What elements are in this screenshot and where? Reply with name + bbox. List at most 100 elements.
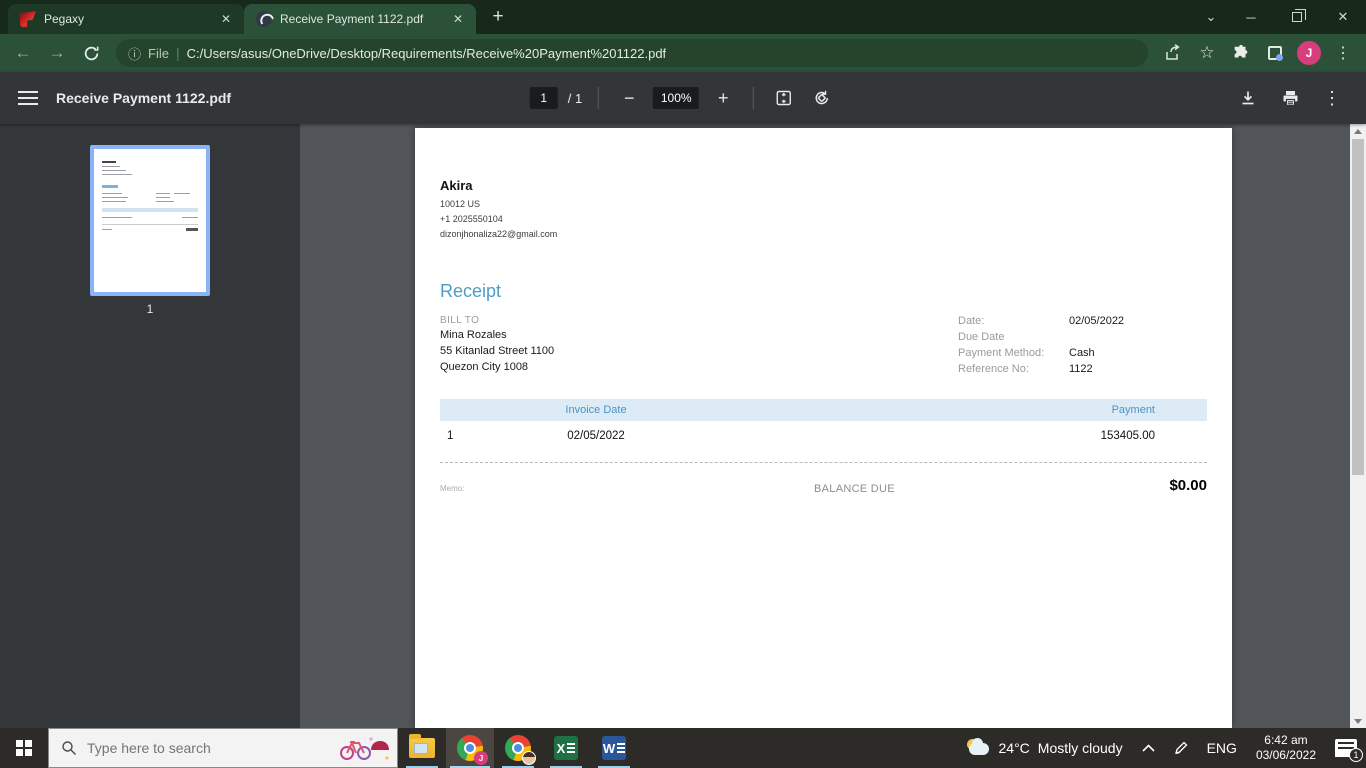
bicycle-helmet-doodle-icon bbox=[337, 734, 389, 762]
side-panel-icon[interactable] bbox=[1260, 38, 1290, 68]
chrome-icon: J bbox=[457, 735, 488, 765]
weather-widget[interactable]: 24°C Mostly cloudy bbox=[955, 738, 1133, 757]
taskbar-word[interactable]: W bbox=[590, 728, 638, 768]
bill-to-city: Quezon City 1008 bbox=[440, 361, 529, 373]
browser-toolbar: ← → ⓘ File | C:/Users/asus/OneDrive/Desk… bbox=[0, 34, 1366, 72]
meta-value-date: 02/05/2022 bbox=[1069, 315, 1125, 327]
zoom-in-icon[interactable]: + bbox=[709, 84, 737, 112]
tab-close-icon[interactable]: ✕ bbox=[218, 11, 234, 27]
close-button[interactable]: ✕ bbox=[1320, 0, 1366, 34]
start-button[interactable] bbox=[0, 728, 48, 768]
share-icon[interactable] bbox=[1158, 38, 1188, 68]
zoom-out-icon[interactable]: − bbox=[615, 84, 643, 112]
meta-label-payment-method: Payment Method: bbox=[958, 347, 1045, 359]
zoom-level-box[interactable]: 100% bbox=[653, 87, 700, 109]
vertical-scrollbar[interactable] bbox=[1350, 124, 1366, 728]
taskbar-chrome-profile-j[interactable]: J bbox=[446, 728, 494, 768]
bookmark-star-icon[interactable]: ☆ bbox=[1192, 38, 1222, 68]
rotate-icon[interactable] bbox=[808, 84, 836, 112]
tab-strip: Pegaxy ✕ Receive Payment 1122.pdf ✕ + ⌄ … bbox=[0, 0, 1366, 34]
tab-title: Receive Payment 1122.pdf bbox=[280, 12, 424, 26]
taskbar-search[interactable] bbox=[48, 728, 398, 768]
system-tray: 24°C Mostly cloudy ENG 6:42 am 03/06/202… bbox=[955, 728, 1366, 768]
tab-pegaxy[interactable]: Pegaxy ✕ bbox=[8, 4, 244, 34]
new-tab-button[interactable]: + bbox=[486, 6, 510, 28]
word-icon: W bbox=[602, 736, 626, 760]
page-thumbnail[interactable] bbox=[90, 145, 210, 296]
url-scheme-label: File bbox=[148, 45, 169, 61]
tab-search-chevron-icon[interactable]: ⌄ bbox=[1194, 0, 1228, 34]
profile-avatar[interactable]: J bbox=[1294, 38, 1324, 68]
bill-to-label: BILL TO bbox=[440, 315, 480, 326]
windows-ink-pen-icon[interactable] bbox=[1164, 728, 1198, 768]
payments-table: Invoice Date Payment 1 02/05/2022 153405… bbox=[440, 399, 1207, 451]
address-bar[interactable]: ⓘ File | C:/Users/asus/OneDrive/Desktop/… bbox=[116, 39, 1148, 67]
restore-button[interactable] bbox=[1274, 0, 1320, 34]
table-header-row: Invoice Date Payment bbox=[440, 399, 1207, 421]
windows-taskbar: J X W 24°C Mostly cloudy ENG 6:42 bbox=[0, 728, 1366, 768]
toolbar-actions: ☆ J ⋮ bbox=[1158, 38, 1358, 68]
profile-badge: J bbox=[474, 751, 488, 765]
print-icon[interactable] bbox=[1276, 84, 1304, 112]
thumbnail-sidebar: 1 bbox=[0, 124, 300, 728]
weather-cloud-icon bbox=[965, 738, 991, 757]
profile-photo-badge bbox=[522, 751, 536, 765]
business-email: dizonjhonaliza22@gmail.com bbox=[440, 229, 558, 239]
balance-due-label: BALANCE DUE bbox=[814, 483, 895, 495]
notification-center[interactable]: 1 bbox=[1326, 728, 1366, 768]
minimize-button[interactable]: ─ bbox=[1228, 0, 1274, 34]
search-icon bbox=[62, 741, 76, 755]
toolbar-divider bbox=[753, 87, 755, 109]
reload-icon[interactable] bbox=[76, 38, 106, 68]
meta-label-due-date: Due Date bbox=[958, 331, 1005, 343]
pdf-toolbar: Receive Payment 1122.pdf / 1 − 100% + ⋮ bbox=[0, 72, 1366, 124]
meta-label-reference-no: Reference No: bbox=[958, 363, 1029, 375]
tray-chevron-up-icon[interactable] bbox=[1133, 728, 1164, 768]
notification-badge: 1 bbox=[1349, 748, 1363, 762]
row-payment: 153405.00 bbox=[1100, 430, 1155, 442]
restore-icon bbox=[1292, 9, 1306, 22]
meta-value-reference-no: 1122 bbox=[1069, 363, 1093, 375]
browser-menu-kebab-icon[interactable]: ⋮ bbox=[1328, 38, 1358, 68]
back-icon[interactable]: ← bbox=[8, 38, 38, 68]
scroll-up-icon[interactable] bbox=[1350, 124, 1366, 138]
date-label: 03/06/2022 bbox=[1255, 748, 1316, 762]
balance-due-value: $0.00 bbox=[1169, 477, 1207, 494]
pegaxy-favicon-icon bbox=[20, 11, 36, 27]
notification-icon: 1 bbox=[1335, 739, 1363, 762]
dashed-divider bbox=[440, 462, 1207, 463]
thumbnail-page-number: 1 bbox=[146, 302, 154, 316]
header-payment: Payment bbox=[1111, 404, 1155, 416]
browser-window: Pegaxy ✕ Receive Payment 1122.pdf ✕ + ⌄ … bbox=[0, 0, 1366, 768]
tab-title: Pegaxy bbox=[44, 12, 85, 26]
row-number: 1 bbox=[447, 430, 454, 442]
windows-logo-icon bbox=[16, 740, 32, 756]
pdf-menu-hamburger-icon[interactable] bbox=[0, 91, 56, 105]
toolbar-divider bbox=[598, 87, 600, 109]
row-invoice-date: 02/05/2022 bbox=[567, 430, 625, 442]
language-indicator[interactable]: ENG bbox=[1198, 728, 1246, 768]
bill-to-street: 55 Kitanlad Street 1100 bbox=[440, 345, 555, 357]
pdf-menu-kebab-icon[interactable]: ⋮ bbox=[1318, 84, 1346, 112]
page-info-icon[interactable]: ⓘ bbox=[128, 44, 141, 63]
forward-icon[interactable]: → bbox=[42, 38, 72, 68]
business-phone: +1 2025550104 bbox=[440, 214, 503, 224]
excel-icon: X bbox=[554, 736, 578, 760]
taskbar-chrome-profile-photo[interactable] bbox=[494, 728, 542, 768]
extensions-puzzle-icon[interactable] bbox=[1226, 38, 1256, 68]
search-input[interactable] bbox=[87, 740, 327, 756]
tab-close-icon[interactable]: ✕ bbox=[450, 11, 466, 27]
header-invoice-date: Invoice Date bbox=[565, 404, 627, 416]
url-text: C:/Users/asus/OneDrive/Desktop/Requireme… bbox=[186, 45, 667, 61]
memo-label: Memo: bbox=[440, 484, 465, 493]
taskbar-excel[interactable]: X bbox=[542, 728, 590, 768]
taskbar-clock[interactable]: 6:42 am 03/06/2022 bbox=[1246, 733, 1326, 763]
weather-description: Mostly cloudy bbox=[1037, 740, 1123, 756]
download-icon[interactable] bbox=[1234, 84, 1262, 112]
fit-to-page-icon[interactable] bbox=[770, 84, 798, 112]
scroll-down-icon[interactable] bbox=[1350, 714, 1366, 728]
taskbar-file-explorer[interactable] bbox=[398, 728, 446, 768]
tab-receive-payment-pdf[interactable]: Receive Payment 1122.pdf ✕ bbox=[244, 4, 476, 34]
scrollbar-thumb[interactable] bbox=[1352, 139, 1364, 475]
page-number-input[interactable] bbox=[529, 87, 558, 109]
